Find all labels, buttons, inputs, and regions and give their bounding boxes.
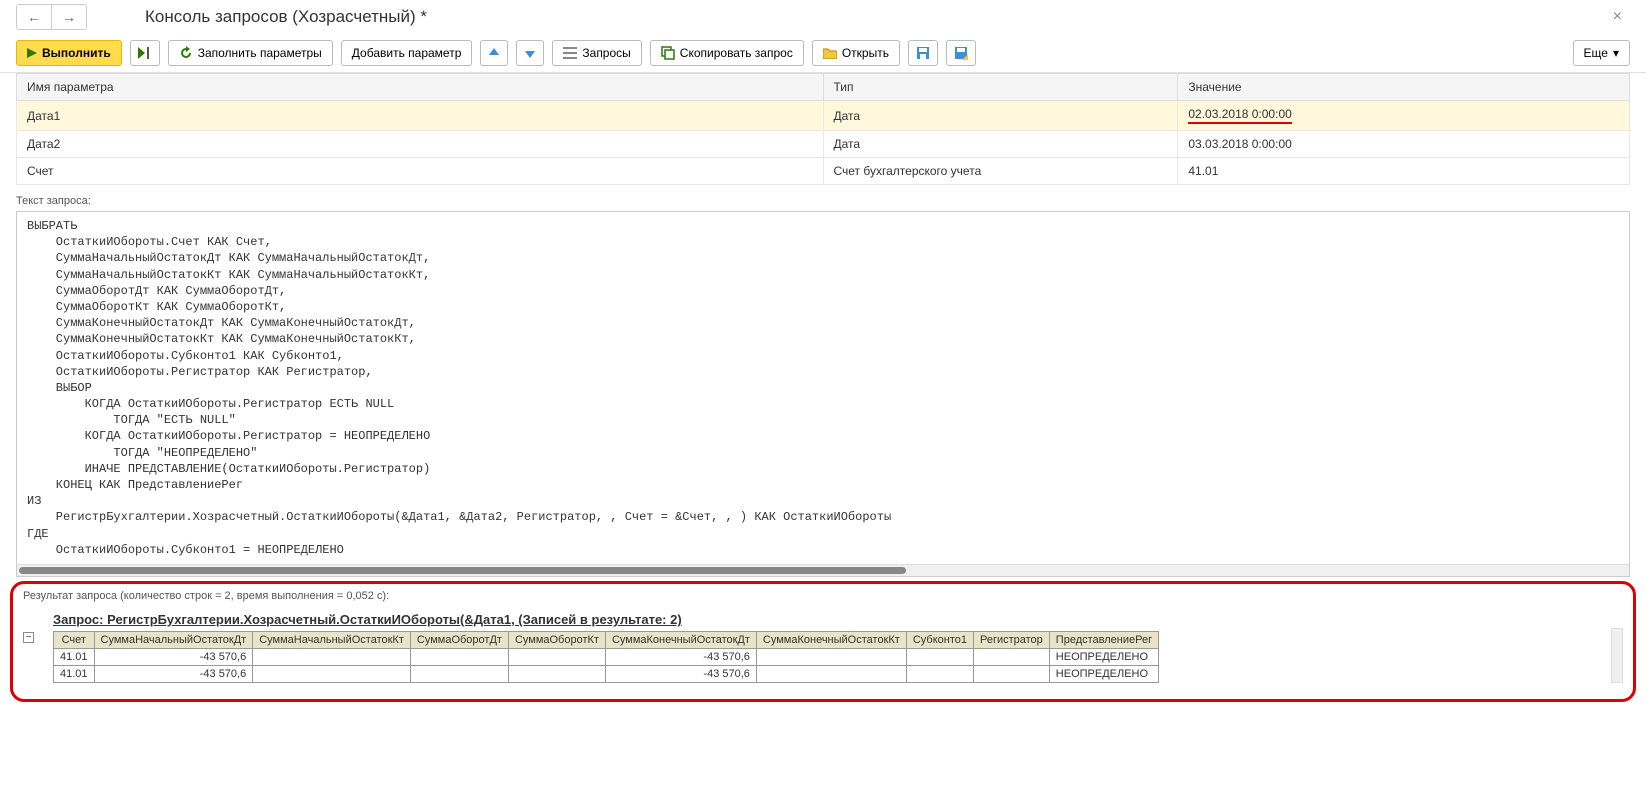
- result-col-header[interactable]: ПредставлениеРег: [1049, 631, 1158, 648]
- param-row[interactable]: Дата2Дата03.03.2018 0:00:00: [17, 131, 1630, 158]
- more-button[interactable]: Еще ▾: [1573, 40, 1630, 66]
- play-icon: [27, 48, 37, 58]
- result-cell[interactable]: [973, 665, 1049, 682]
- save-as-button[interactable]: [946, 40, 976, 66]
- nav-buttons: ← →: [16, 4, 87, 30]
- step-button[interactable]: [130, 40, 160, 66]
- copy-icon: [661, 46, 675, 60]
- arrow-down-icon: [524, 47, 536, 59]
- result-col-header[interactable]: Регистратор: [973, 631, 1049, 648]
- result-col-header[interactable]: Счет: [54, 631, 95, 648]
- fill-params-label: Заполнить параметры: [198, 46, 322, 60]
- result-cell[interactable]: -43 570,6: [605, 648, 756, 665]
- execute-button[interactable]: Выполнить: [16, 40, 122, 66]
- result-label: Результат запроса (количество строк = 2,…: [19, 588, 1627, 604]
- params-table: Имя параметра Тип Значение Дата1Дата02.0…: [16, 73, 1630, 185]
- result-cell[interactable]: [253, 648, 411, 665]
- result-col-header[interactable]: СуммаОборотДт: [410, 631, 508, 648]
- toolbar: Выполнить Заполнить параметры Добавить п…: [0, 34, 1646, 73]
- nav-back-button[interactable]: ←: [17, 5, 52, 29]
- result-cell[interactable]: НЕОПРЕДЕЛЕНО: [1049, 648, 1158, 665]
- result-col-header[interactable]: СуммаКонечныйОстатокДт: [605, 631, 756, 648]
- col-param-name[interactable]: Имя параметра: [17, 74, 824, 101]
- queries-label: Запросы: [582, 46, 630, 60]
- save-as-icon: [954, 46, 968, 60]
- query-text-label: Текст запроса:: [0, 193, 1646, 209]
- fill-params-button[interactable]: Заполнить параметры: [168, 40, 333, 66]
- query-box: ВЫБРАТЬ ОстаткиИОбороты.Счет КАК Счет, С…: [16, 211, 1630, 577]
- param-row[interactable]: СчетСчет бухгалтерского учета41.01: [17, 158, 1630, 185]
- move-up-button[interactable]: [480, 40, 508, 66]
- page-title: Консоль запросов (Хозрасчетный) *: [145, 7, 427, 27]
- result-cell[interactable]: [253, 665, 411, 682]
- result-cell[interactable]: -43 570,6: [94, 648, 253, 665]
- refresh-icon: [179, 46, 193, 60]
- result-cell[interactable]: [410, 648, 508, 665]
- param-value-cell[interactable]: 41.01: [1178, 158, 1630, 185]
- result-cell[interactable]: 41.01: [54, 648, 95, 665]
- result-row[interactable]: 41.01-43 570,6-43 570,6НЕОПРЕДЕЛЕНО: [54, 665, 1159, 682]
- result-col-header[interactable]: СуммаНачальныйОстатокДт: [94, 631, 253, 648]
- result-col-header[interactable]: СуммаНачальныйОстатокКт: [253, 631, 411, 648]
- result-row[interactable]: 41.01-43 570,6-43 570,6НЕОПРЕДЕЛЕНО: [54, 648, 1159, 665]
- result-col-header[interactable]: СуммаКонечныйОстатокКт: [756, 631, 906, 648]
- result-cell[interactable]: -43 570,6: [605, 665, 756, 682]
- open-label: Открыть: [842, 46, 889, 60]
- result-cell[interactable]: [410, 665, 508, 682]
- add-param-label: Добавить параметр: [352, 46, 462, 60]
- result-frame: Результат запроса (количество строк = 2,…: [10, 581, 1636, 702]
- open-button[interactable]: Открыть: [812, 40, 900, 66]
- list-icon: [563, 47, 577, 59]
- save-button[interactable]: [908, 40, 938, 66]
- result-cell[interactable]: [906, 665, 973, 682]
- param-type-cell[interactable]: Дата: [823, 131, 1178, 158]
- copy-query-label: Скопировать запрос: [680, 46, 793, 60]
- param-value-cell[interactable]: 02.03.2018 0:00:00: [1178, 101, 1630, 131]
- step-icon: [138, 47, 152, 59]
- col-param-value[interactable]: Значение: [1178, 74, 1630, 101]
- add-param-button[interactable]: Добавить параметр: [341, 40, 473, 66]
- arrow-up-icon: [488, 47, 500, 59]
- result-col-header[interactable]: Субконто1: [906, 631, 973, 648]
- param-row[interactable]: Дата1Дата02.03.2018 0:00:00: [17, 101, 1630, 131]
- save-icon: [916, 46, 930, 60]
- copy-query-button[interactable]: Скопировать запрос: [650, 40, 804, 66]
- header: ← → Консоль запросов (Хозрасчетный) * ×: [0, 0, 1646, 34]
- result-cell[interactable]: [973, 648, 1049, 665]
- folder-open-icon: [823, 47, 837, 59]
- query-text[interactable]: ВЫБРАТЬ ОстаткиИОбороты.Счет КАК Счет, С…: [17, 212, 1629, 564]
- result-cell[interactable]: [906, 648, 973, 665]
- nav-forward-button[interactable]: →: [52, 5, 86, 29]
- result-cell[interactable]: [756, 648, 906, 665]
- vertical-scrollbar[interactable]: [1611, 628, 1623, 683]
- result-table: СчетСуммаНачальныйОстатокДтСуммаНачальны…: [53, 631, 1159, 683]
- result-cell[interactable]: [508, 665, 605, 682]
- result-cell[interactable]: [508, 648, 605, 665]
- result-inner: − Запрос: РегистрБухгалтерии.Хозрасчетны…: [19, 604, 1627, 687]
- param-name-cell[interactable]: Дата2: [17, 131, 824, 158]
- result-cell[interactable]: 41.01: [54, 665, 95, 682]
- param-value-cell[interactable]: 03.03.2018 0:00:00: [1178, 131, 1630, 158]
- horizontal-scrollbar[interactable]: [17, 564, 1629, 576]
- result-title: Запрос: РегистрБухгалтерии.Хозрасчетный.…: [53, 612, 1623, 627]
- col-param-type[interactable]: Тип: [823, 74, 1178, 101]
- close-button[interactable]: ×: [1605, 8, 1630, 26]
- param-type-cell[interactable]: Счет бухгалтерского учета: [823, 158, 1178, 185]
- execute-label: Выполнить: [42, 46, 111, 60]
- more-label: Еще: [1584, 46, 1608, 60]
- param-name-cell[interactable]: Дата1: [17, 101, 824, 131]
- result-cell[interactable]: [756, 665, 906, 682]
- param-name-cell[interactable]: Счет: [17, 158, 824, 185]
- result-cell[interactable]: НЕОПРЕДЕЛЕНО: [1049, 665, 1158, 682]
- tree-collapse-button[interactable]: −: [23, 632, 34, 643]
- chevron-down-icon: ▾: [1613, 46, 1619, 60]
- result-col-header[interactable]: СуммаОборотКт: [508, 631, 605, 648]
- move-down-button[interactable]: [516, 40, 544, 66]
- result-cell[interactable]: -43 570,6: [94, 665, 253, 682]
- queries-button[interactable]: Запросы: [552, 40, 641, 66]
- param-type-cell[interactable]: Дата: [823, 101, 1178, 131]
